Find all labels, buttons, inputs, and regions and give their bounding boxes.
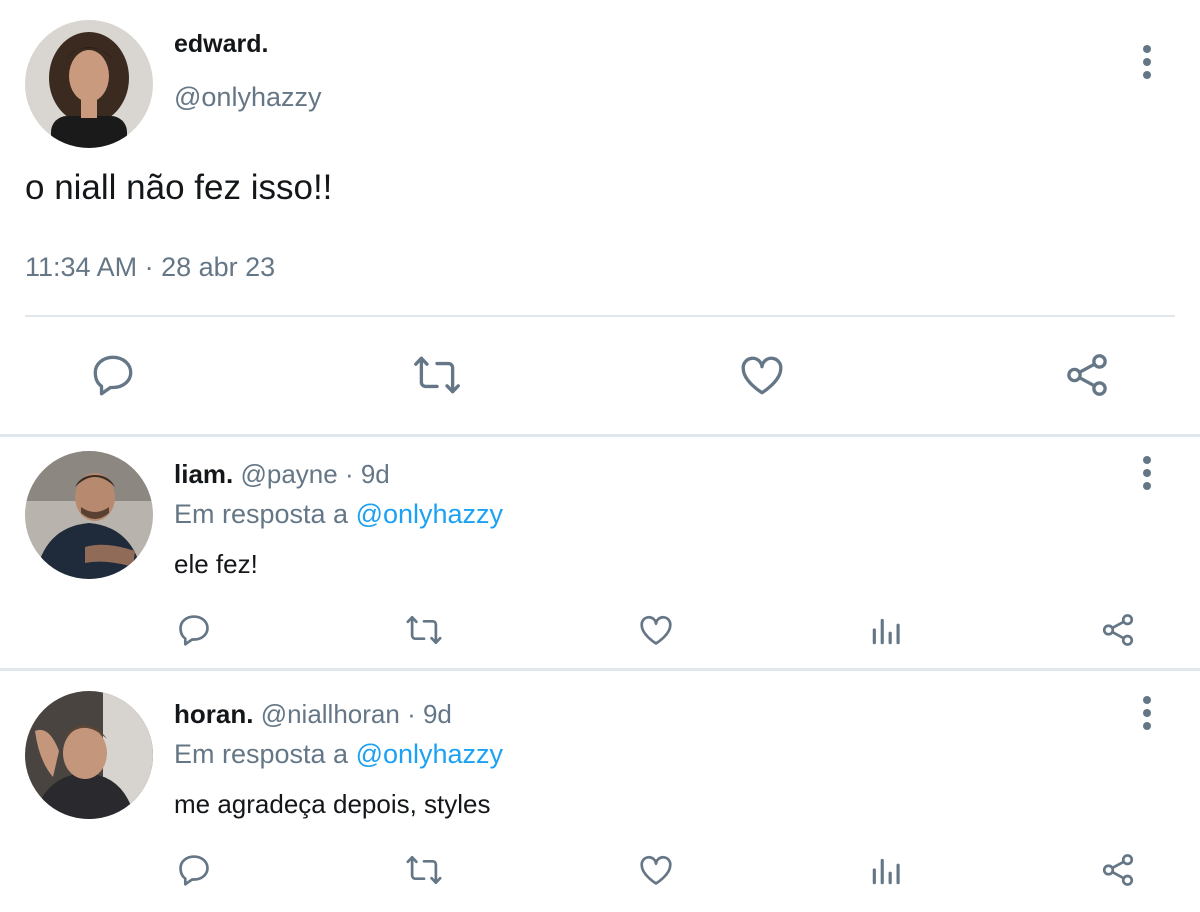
author-handle[interactable]: @payne xyxy=(240,459,337,489)
reply-text: me agradeça depois, styles xyxy=(174,789,491,819)
more-options-icon[interactable] xyxy=(1132,453,1162,493)
author-name[interactable]: liam. xyxy=(174,459,233,489)
like-icon[interactable] xyxy=(737,350,787,400)
avatar[interactable] xyxy=(25,691,153,819)
like-icon[interactable] xyxy=(637,851,675,889)
divider xyxy=(25,315,1175,317)
share-icon[interactable] xyxy=(1099,611,1137,649)
avatar[interactable] xyxy=(25,451,153,579)
avatar[interactable] xyxy=(25,20,153,148)
retweet-icon[interactable] xyxy=(405,611,443,649)
reply-context: Em resposta a @onlyhazzy xyxy=(174,739,503,770)
share-icon[interactable] xyxy=(1062,350,1112,400)
author-name[interactable]: horan. xyxy=(174,699,253,729)
tweet-timestamp[interactable]: 11:34 AM · 28 abr 23 xyxy=(25,252,275,283)
avatar-photo-liam xyxy=(25,451,153,579)
author-handle[interactable]: @onlyhazzy xyxy=(174,82,321,113)
reply-tweet[interactable]: horan. @niallhoran · 9d Em resposta a @o… xyxy=(0,671,1200,912)
reply-time: · 9d xyxy=(344,459,390,489)
analytics-icon[interactable] xyxy=(868,611,906,649)
author-name[interactable]: edward. xyxy=(174,30,268,59)
like-icon[interactable] xyxy=(637,611,675,649)
reply-time: · 9d xyxy=(407,699,452,729)
mention-link[interactable]: @onlyhazzy xyxy=(356,739,503,769)
tweet-text: o niall não fez isso!! xyxy=(25,168,333,207)
analytics-icon[interactable] xyxy=(868,851,906,889)
reply-tweet[interactable]: liam. @payne · 9d Em resposta a @onlyhaz… xyxy=(0,437,1200,669)
reply-context-label: Em resposta a xyxy=(174,739,356,769)
share-icon[interactable] xyxy=(1099,851,1137,889)
reply-icon[interactable] xyxy=(175,611,213,649)
mention-link[interactable]: @onlyhazzy xyxy=(356,499,503,529)
retweet-icon[interactable] xyxy=(405,851,443,889)
reply-icon[interactable] xyxy=(88,350,138,400)
main-tweet: edward. @onlyhazzy o niall não fez isso!… xyxy=(0,0,1200,436)
avatar-photo-edward xyxy=(25,20,153,148)
reply-icon[interactable] xyxy=(175,851,213,889)
reply-header: liam. @payne · 9d xyxy=(174,459,390,490)
more-options-icon[interactable] xyxy=(1132,693,1162,733)
retweet-icon[interactable] xyxy=(412,350,462,400)
more-options-icon[interactable] xyxy=(1132,42,1162,82)
reply-text: ele fez! xyxy=(174,549,258,579)
reply-context: Em resposta a @onlyhazzy xyxy=(174,499,503,530)
reply-header: horan. @niallhoran · 9d xyxy=(174,699,452,730)
avatar-photo-horan xyxy=(25,691,153,819)
reply-context-label: Em resposta a xyxy=(174,499,356,529)
author-handle[interactable]: @niallhoran xyxy=(261,699,400,729)
